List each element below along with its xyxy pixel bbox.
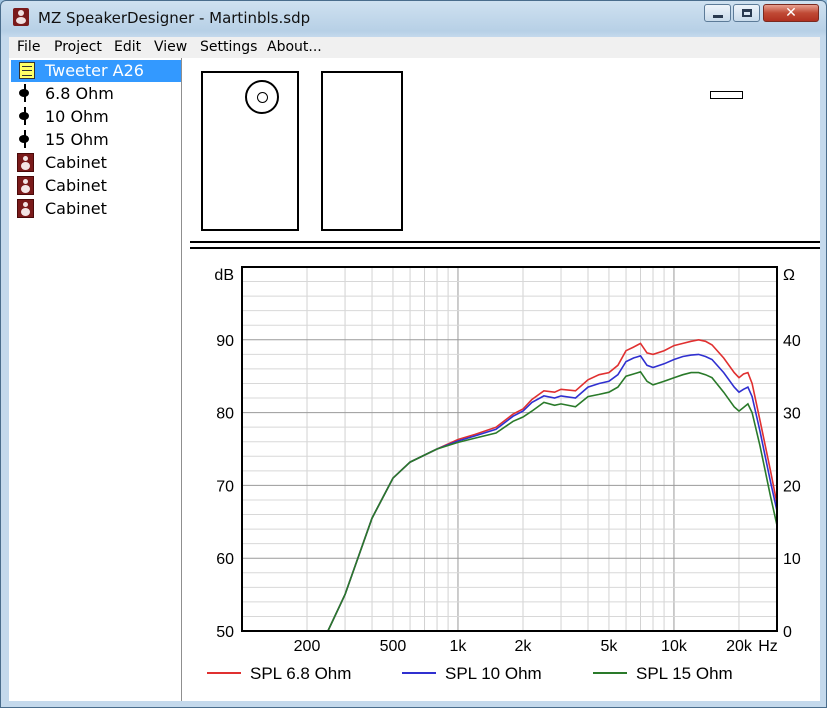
y-tick-label: 70 [216,478,234,495]
x-tick-label: 200 [294,638,321,655]
y-tick-label: 90 [216,333,234,350]
x-tick-label: 500 [380,638,407,655]
x-tick-label: 2k [515,638,533,655]
tree-item-cabinet-2[interactable]: Cabinet [17,175,181,197]
tree-item-cabinet-1[interactable]: Cabinet [17,152,181,174]
resistor-icon [17,84,33,102]
menu-view[interactable]: View [154,39,187,55]
cabinet-front-view[interactable] [201,71,299,231]
horizontal-splitter[interactable] [190,241,820,249]
cabinet-icon [17,153,34,172]
legend-label: SPL 15 Ohm [636,664,733,683]
legend-label: SPL 6.8 Ohm [250,664,351,683]
frequency-response-panel: 50 60 70 80 90 0 10 20 30 40 200 500 1k 2k 5k 10k 20k Hz d… [190,249,820,701]
x-tick-label: 5k [600,638,618,655]
tweeter-dome-icon [257,92,268,103]
tree-item-resistor-15[interactable]: 15 Ohm [17,129,181,151]
close-icon: ✕ [785,5,797,21]
title-bar[interactable]: MZ SpeakerDesigner - Martinbls.sdp ✕ [1,1,826,35]
y2-tick-label: 40 [783,333,801,350]
tree-item-label: Cabinet [45,199,107,218]
y-axis-label: dB [214,267,234,284]
y2-tick-label: 20 [783,478,801,495]
app-window: MZ SpeakerDesigner - Martinbls.sdp ✕ Fil… [0,0,827,708]
y2-tick-label: 30 [783,406,801,423]
note-icon [19,62,35,79]
tree-item-label: 10 Ohm [45,107,109,126]
resistor-icon [17,130,33,148]
menu-project[interactable]: Project [54,39,102,55]
project-tree: Tweeter A26 6.8 Ohm 10 Ohm 15 Ohm Cabine… [9,58,182,701]
menu-about[interactable]: About... [267,39,322,55]
y-tick-label: 80 [216,406,234,423]
tree-item-cabinet-3[interactable]: Cabinet [17,198,181,220]
cabinet-view [190,58,820,241]
tree-item-resistor-10[interactable]: 10 Ohm [17,106,181,128]
client-area: Tweeter A26 6.8 Ohm 10 Ohm 15 Ohm Cabine… [9,58,820,701]
minimize-button[interactable] [704,4,731,22]
x-tick-label: 1k [450,638,468,655]
plot-area [242,267,777,631]
tree-item-label: Cabinet [45,153,107,172]
speaker-app-icon[interactable] [13,8,29,26]
tree-item-label: Cabinet [45,176,107,195]
tree-item-label: 15 Ohm [45,130,109,149]
x-tick-label: 20k [726,638,753,655]
vertical-splitter[interactable] [182,58,190,701]
y-tick-label: 50 [216,624,234,641]
spl-chart: 50 60 70 80 90 0 10 20 30 40 200 500 1k 2k 5k 10k 20k Hz d… [207,266,801,683]
menu-settings[interactable]: Settings [200,39,257,55]
cabinet-top-view[interactable] [710,91,743,99]
tweeter-icon[interactable] [245,80,279,114]
cabinet-icon [17,176,34,195]
x-tick-label: 10k [661,638,688,655]
tree-item-tweeter[interactable]: Tweeter A26 [11,60,181,82]
tree-item-label: 6.8 Ohm [45,84,114,103]
x-unit-label: Hz [758,638,778,655]
tree-item-resistor-6-8[interactable]: 6.8 Ohm [17,83,181,105]
y2-tick-label: 0 [783,624,792,641]
close-button[interactable]: ✕ [763,4,819,22]
resistor-icon [17,107,33,125]
maximize-button[interactable] [733,4,760,22]
cabinet-side-view[interactable] [321,71,403,231]
window-title: MZ SpeakerDesigner - Martinbls.sdp [38,9,311,27]
cabinet-icon [17,199,34,218]
y2-tick-label: 10 [783,551,801,568]
tree-item-label: Tweeter A26 [45,61,144,80]
menu-edit[interactable]: Edit [114,39,141,55]
legend-label: SPL 10 Ohm [445,664,542,683]
menu-file[interactable]: File [17,39,40,55]
y2-axis-label: Ω [783,267,795,284]
menu-bar: File Project Edit View Settings About... [9,37,820,59]
y-tick-label: 60 [216,551,234,568]
